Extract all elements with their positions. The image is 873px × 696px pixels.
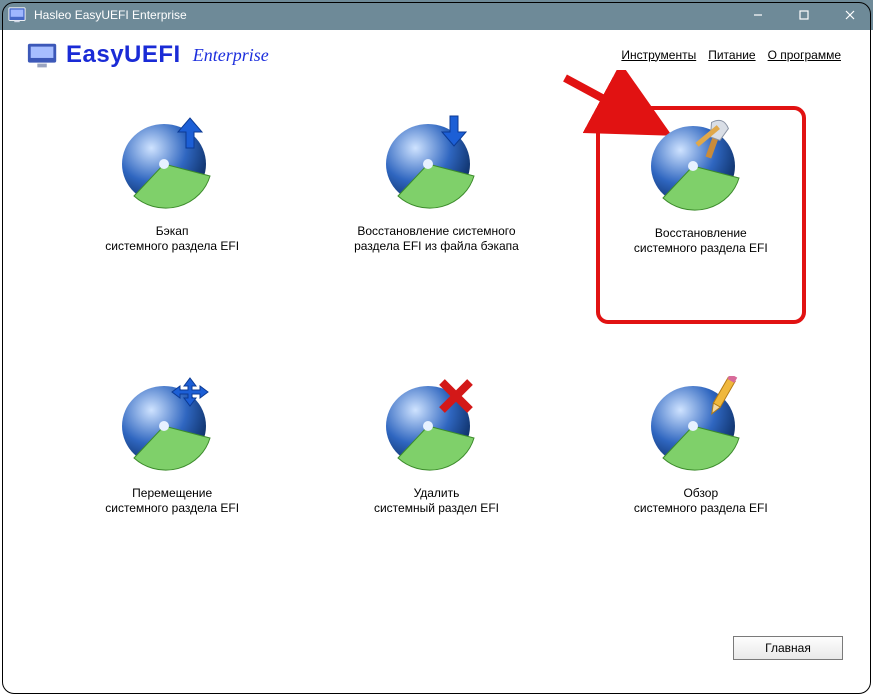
- tile-backup-efi[interactable]: Бэкапсистемного раздела EFI: [67, 114, 277, 324]
- tile-overview-efi[interactable]: Обзорсистемного раздела EFI: [596, 376, 806, 586]
- titlebar: Hasleo EasyUEFI Enterprise: [0, 0, 873, 30]
- tile-restore-from-file[interactable]: Восстановление системногораздела EFI из …: [331, 114, 541, 324]
- disk-edit-icon: [641, 376, 761, 476]
- tile-label: Удалитьсистемный раздел EFI: [374, 486, 499, 516]
- tile-label: Обзорсистемного раздела EFI: [634, 486, 768, 516]
- minimize-button[interactable]: [735, 0, 781, 30]
- tile-move-efi[interactable]: Перемещениесистемного раздела EFI: [67, 376, 277, 586]
- main-button[interactable]: Главная: [733, 636, 843, 660]
- maximize-button[interactable]: [781, 0, 827, 30]
- tile-label: Восстановление системногораздела EFI из …: [354, 224, 519, 254]
- header: EasyUEFI Enterprise Инструменты Питание …: [0, 30, 873, 70]
- brand-title: EasyUEFI: [66, 41, 181, 69]
- disk-up-icon: [112, 114, 232, 214]
- tile-label: Восстановлениесистемного раздела EFI: [634, 226, 768, 256]
- main-button-label: Главная: [765, 641, 811, 655]
- close-button[interactable]: [827, 0, 873, 30]
- disk-repair-icon: [641, 116, 761, 216]
- menu-about[interactable]: О программе: [768, 48, 841, 63]
- disk-down-icon: [376, 114, 496, 214]
- tile-delete-efi[interactable]: Удалитьсистемный раздел EFI: [331, 376, 541, 586]
- disk-delete-icon: [376, 376, 496, 476]
- menu-power[interactable]: Питание: [708, 48, 755, 63]
- tile-restore-efi[interactable]: Восстановлениесистемного раздела EFI: [596, 106, 806, 324]
- tile-label: Бэкапсистемного раздела EFI: [105, 224, 239, 254]
- menu-bar: Инструменты Питание О программе: [621, 48, 847, 63]
- disk-move-icon: [112, 376, 232, 476]
- action-grid: Бэкапсистемного раздела EFI Восстановлен…: [0, 70, 873, 586]
- brand-icon: [26, 40, 60, 70]
- brand-edition: Enterprise: [193, 45, 269, 66]
- app-icon: [8, 6, 26, 24]
- window-title: Hasleo EasyUEFI Enterprise: [34, 8, 735, 22]
- tile-label: Перемещениесистемного раздела EFI: [105, 486, 239, 516]
- menu-tools[interactable]: Инструменты: [621, 48, 696, 63]
